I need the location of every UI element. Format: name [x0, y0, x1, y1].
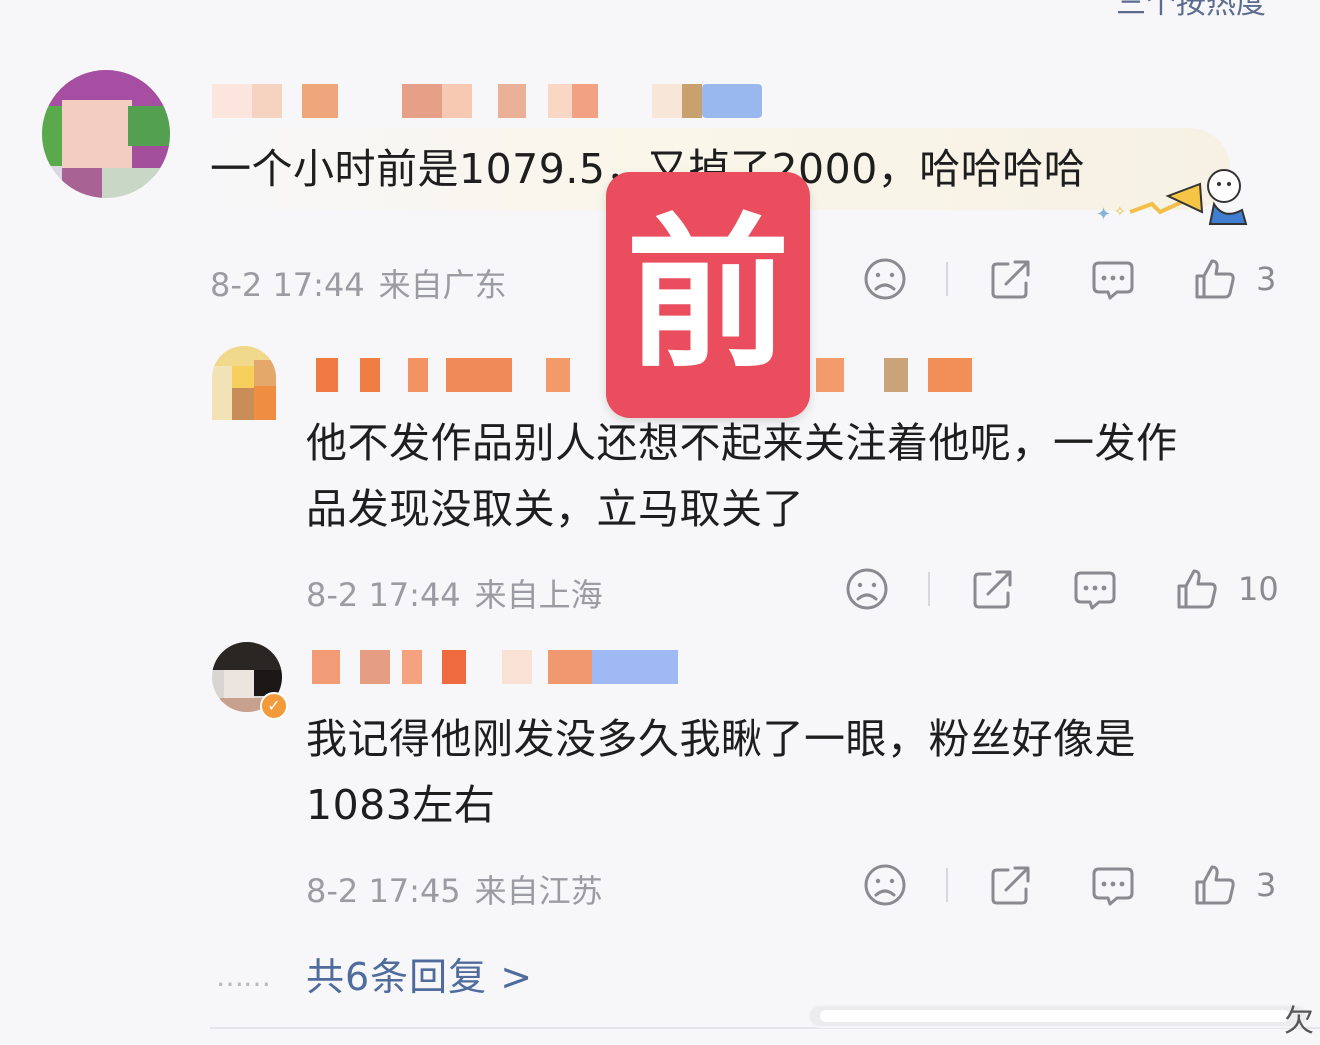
share-button[interactable] — [970, 566, 1020, 616]
like-button[interactable] — [1192, 862, 1242, 912]
stamp-label: 前 — [625, 199, 790, 390]
comment-text: 我记得他刚发没多久我瞅了一眼，粉丝好像是 1083左右 — [306, 706, 1136, 838]
comment-time: 8-2 17:44 — [210, 266, 365, 304]
like-icon — [1195, 259, 1235, 299]
share-icon — [991, 866, 1030, 905]
comment-icon — [1074, 571, 1116, 610]
comment-location: 来自上海 — [474, 576, 603, 614]
comment-icon — [1092, 261, 1134, 300]
share-icon — [973, 570, 1012, 609]
username-obscured[interactable] — [212, 84, 762, 118]
like-icon — [1177, 569, 1217, 609]
scroll-indicator-track — [820, 1010, 1290, 1022]
avatar[interactable] — [212, 346, 276, 420]
verified-badge-icon: ✓ — [260, 692, 288, 720]
comment-time: 8-2 17:45 — [306, 872, 461, 910]
comment-location: 来自广东 — [378, 266, 507, 304]
comment-meta: 8-2 17:44 来自广东 — [210, 260, 507, 306]
comment-text-line: 他不发作品别人还想不起来关注着他呢，一发作 — [306, 419, 1178, 467]
like-count: 3 — [1256, 260, 1277, 298]
dislike-button[interactable] — [862, 256, 912, 306]
like-button[interactable] — [1192, 256, 1242, 306]
comment-time: 8-2 17:44 — [306, 576, 461, 614]
more-replies-link[interactable]: 共6条回复 > — [306, 946, 533, 1001]
thread-dots: …… — [216, 960, 271, 993]
comment-actions: 3 — [862, 256, 1282, 306]
like-icon — [1195, 865, 1235, 905]
share-button[interactable] — [988, 256, 1038, 306]
like-button[interactable] — [1174, 566, 1224, 616]
comment-text-line: 品发现没取关，立马取关了 — [306, 485, 804, 533]
comment-text-line: 1083左右 — [306, 781, 496, 829]
svg-text:✦: ✦ — [1096, 204, 1111, 225]
comment-actions: 10 — [844, 566, 1284, 616]
svg-text:✧: ✧ — [1114, 204, 1126, 220]
like-count: 10 — [1238, 570, 1279, 608]
overlay-stamp: 前 — [606, 172, 810, 418]
avatar[interactable] — [42, 70, 170, 198]
dislike-button[interactable] — [862, 862, 912, 912]
share-button[interactable] — [988, 862, 1038, 912]
reply-button[interactable] — [1072, 566, 1122, 616]
dislike-button[interactable] — [844, 566, 894, 616]
dislike-icon — [846, 568, 888, 610]
comment-location: 来自江苏 — [474, 872, 603, 910]
comment-meta: 8-2 17:45 来自江苏 — [306, 866, 603, 912]
dislike-icon — [864, 258, 906, 300]
comment-icon — [1092, 867, 1134, 906]
username-obscured[interactable] — [312, 650, 682, 684]
reply-button[interactable] — [1090, 862, 1140, 912]
megaphone-sticker-icon: ✦ ✧ — [1092, 160, 1252, 230]
comment-text-line: 我记得他刚发没多久我瞅了一眼，粉丝好像是 — [306, 715, 1136, 763]
corner-fragment: 欠 — [1284, 1004, 1314, 1039]
dislike-icon — [864, 864, 906, 906]
reply-button[interactable] — [1090, 256, 1140, 306]
comment-meta: 8-2 17:44 来自上海 — [306, 570, 603, 616]
like-count: 3 — [1256, 866, 1277, 904]
comment-actions: 3 — [862, 862, 1282, 912]
comment-text: 他不发作品别人还想不起来关注着他呢，一发作 品发现没取关，立马取关了 — [306, 410, 1178, 542]
share-icon — [991, 260, 1030, 299]
sort-tab-fragment[interactable]: 三个按热度 — [1116, 0, 1266, 22]
